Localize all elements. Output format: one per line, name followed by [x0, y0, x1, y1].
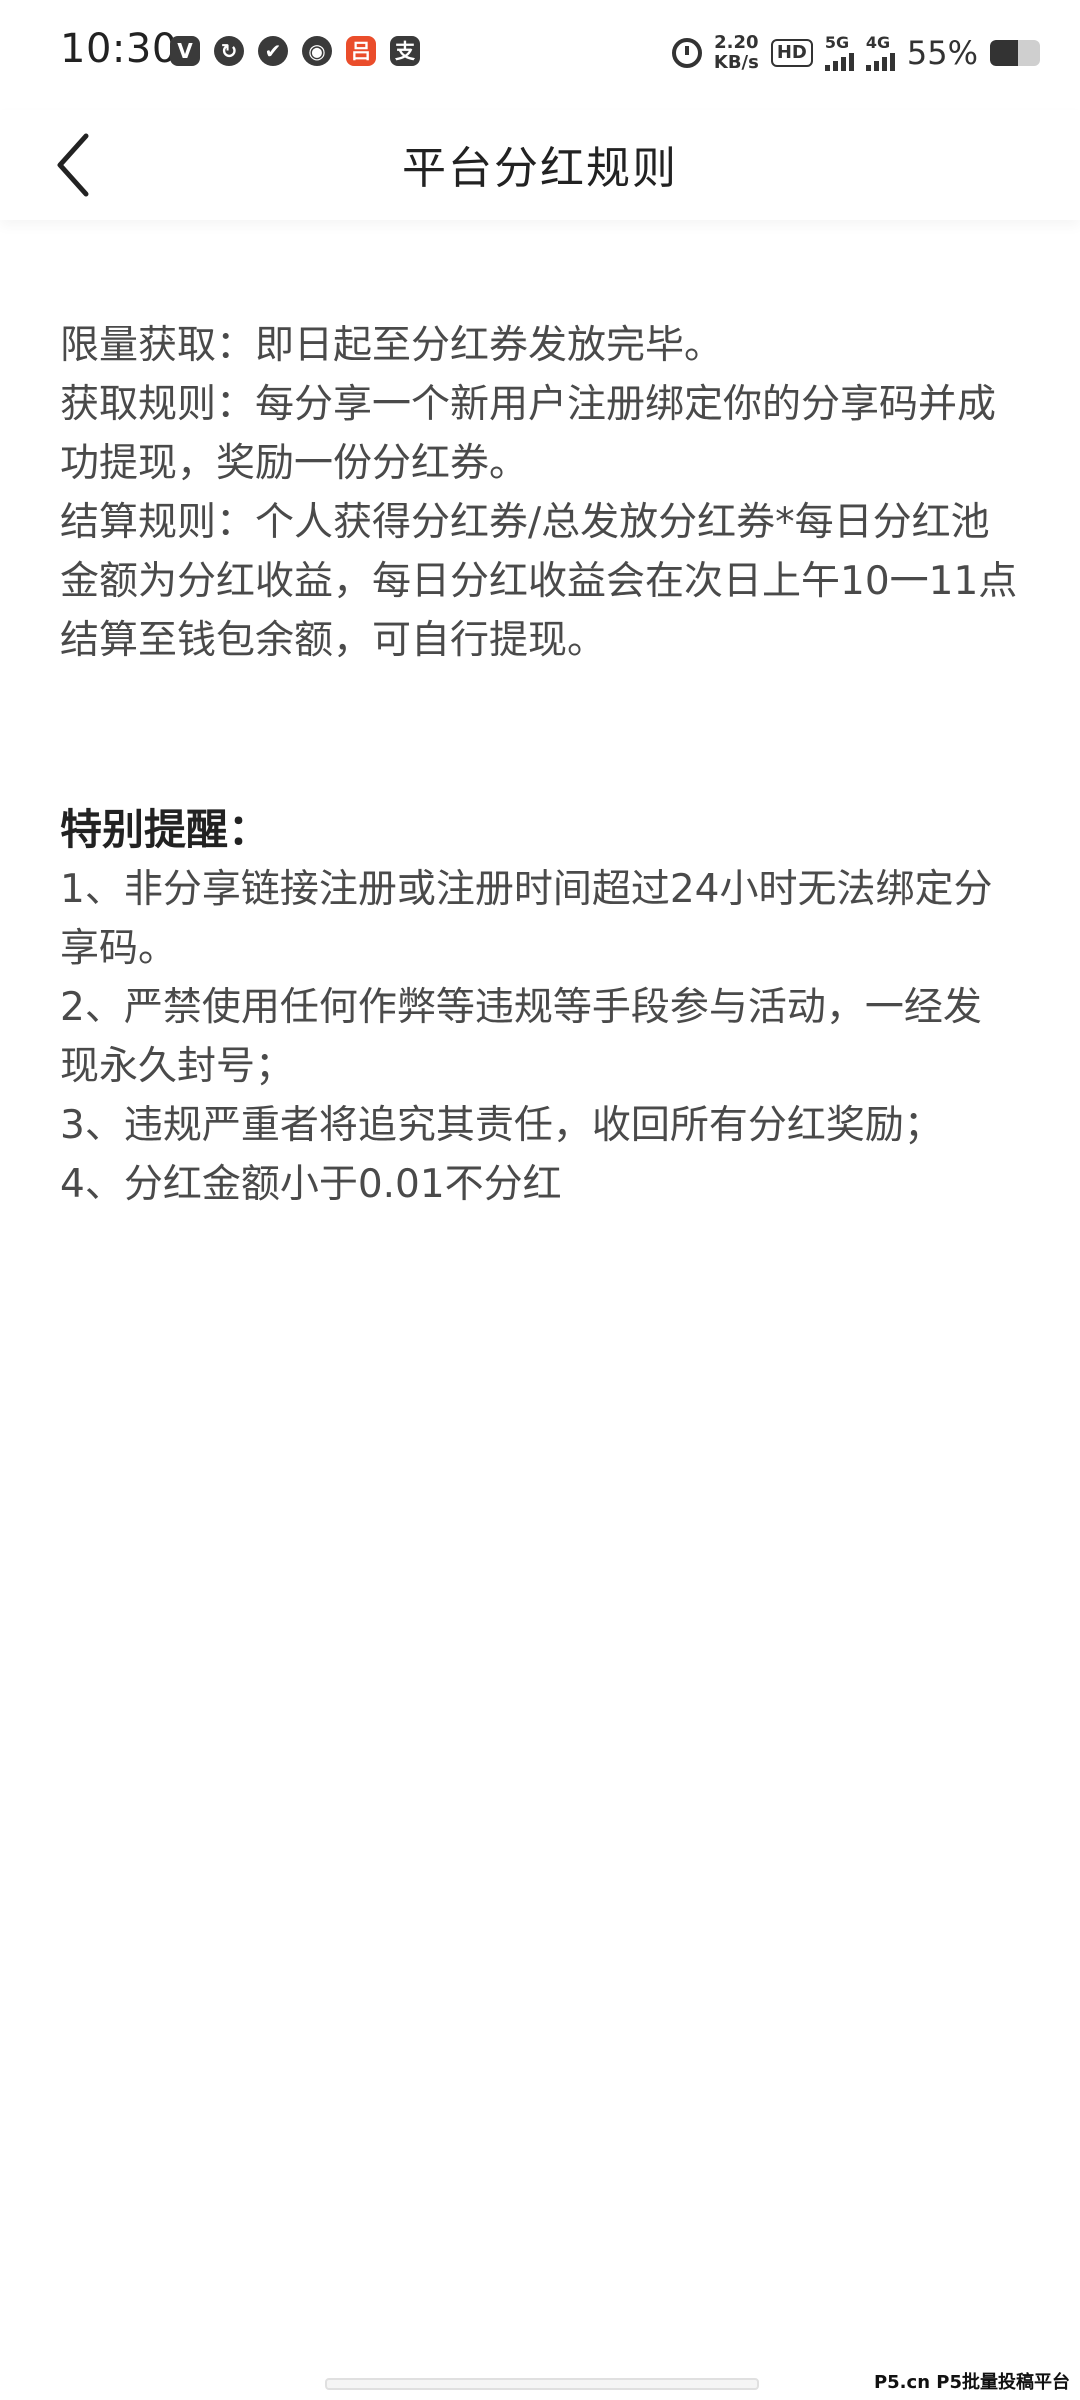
- battery-fill: [990, 40, 1018, 66]
- status-right: 2.20 KB/s HD 5G 4G 55%: [671, 28, 1040, 78]
- reminder-item: 2、严禁使用任何作弊等违规等手段参与活动，一经发现永久封号；: [60, 985, 982, 1089]
- signal-4g-bars: [865, 51, 895, 71]
- special-reminder-title: 特别提醒：: [60, 805, 271, 854]
- signal-5g-icon: 5G: [824, 33, 854, 71]
- sync-app-icon: ↻: [214, 36, 244, 66]
- signal-4g-label: 4G: [865, 33, 891, 52]
- shield-app-icon: ✔: [258, 36, 288, 66]
- network-speed-unit: KB/s: [713, 52, 759, 73]
- rule-limited-acquisition: 限量获取：即日起至分红券发放完毕。: [60, 323, 724, 368]
- rules-content: 限量获取：即日起至分红券发放完毕。 获取规则：每分享一个新用户注册绑定你的分享码…: [60, 316, 1020, 1214]
- reminder-item: 4、分红金额小于0.01不分红: [60, 1162, 562, 1207]
- v-app-icon: V: [170, 36, 200, 66]
- hd-icon: HD: [770, 39, 813, 67]
- signal-4g-icon: 4G: [865, 33, 895, 71]
- rule-settlement-rules: 结算规则：个人获得分红券/总发放分红券*每日分红池金额为分红收益，每日分红收益会…: [60, 500, 1018, 663]
- status-app-icons: V ↻ ✔ ◉ 吕 支: [170, 36, 420, 66]
- page-title: 平台分红规则: [402, 143, 678, 194]
- signal-5g-label: 5G: [824, 33, 850, 52]
- orange-app-icon: 吕: [346, 36, 376, 66]
- signal-5g-bars: [824, 51, 854, 71]
- watermark: P5.cn P5批量投稿平台: [873, 2372, 1070, 2393]
- status-bar: 10:30 V ↻ ✔ ◉ 吕 支 2.20 KB/s HD 5G 4G 55%: [0, 0, 1080, 110]
- network-speed: 2.20 KB/s: [714, 33, 759, 73]
- alarm-icon: [671, 38, 702, 68]
- rule-acquisition-rules: 获取规则：每分享一个新用户注册绑定你的分享码并成功提现，奖励一份分红券。: [60, 382, 997, 486]
- battery-icon: [990, 40, 1040, 66]
- alipay-app-icon: 支: [390, 36, 420, 66]
- nav-bar: 平台分红规则: [0, 110, 1080, 220]
- reminder-item: 3、违规严重者将追究其责任，收回所有分红奖励；: [60, 1103, 943, 1148]
- qq-app-icon: ◉: [302, 36, 332, 66]
- reminder-item: 1、非分享链接注册或注册时间超过24小时无法绑定分享码。: [60, 867, 993, 971]
- network-speed-value: 2.20: [714, 32, 759, 53]
- battery-percent: 55%: [906, 34, 978, 72]
- status-time: 10:30: [60, 26, 178, 72]
- home-indicator[interactable]: [325, 2378, 759, 2390]
